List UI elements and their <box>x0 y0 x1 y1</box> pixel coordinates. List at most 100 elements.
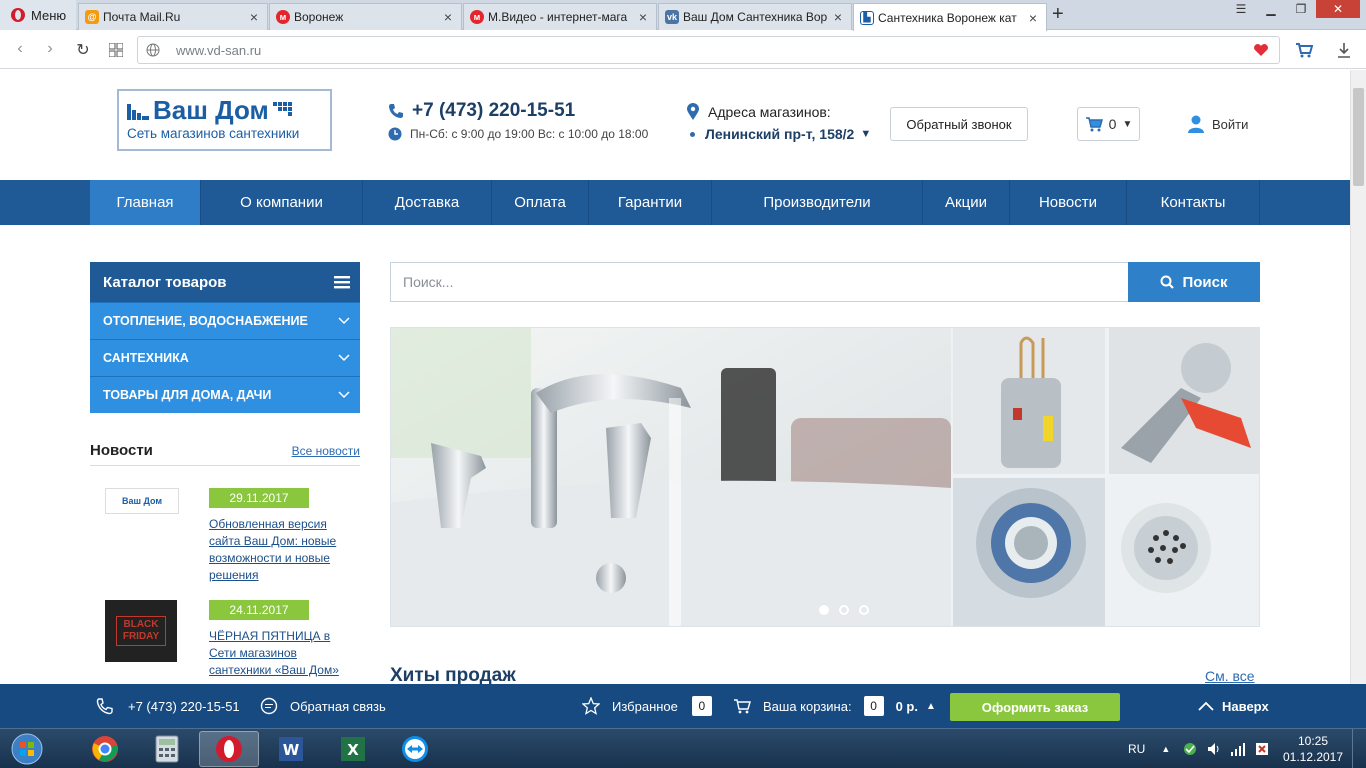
cart-label: Ваша корзина: <box>763 698 852 714</box>
header-cart-button[interactable]: 0 ▼ <box>1077 107 1140 141</box>
catalog-item-heating[interactable]: ОТОПЛЕНИЕ, ВОДОСНАБЖЕНИЕ <box>90 302 360 339</box>
taskbar-opera[interactable] <box>199 731 259 767</box>
catalog-header[interactable]: Каталог товаров <box>90 262 360 302</box>
news-thumbnail[interactable]: BLACK FRIDAY <box>105 600 177 662</box>
forward-icon[interactable]: › <box>40 40 60 60</box>
catalog-item-home-garden[interactable]: ТОВАРЫ ДЛЯ ДОМА, ДАЧИ <box>90 376 360 413</box>
feedback-label: Обратная связь <box>290 698 386 714</box>
speed-dial-icon[interactable] <box>106 40 126 60</box>
main-navigation: Главная О компании Доставка Оплата Гаран… <box>0 180 1350 225</box>
all-news-link[interactable]: Все новости <box>292 444 360 458</box>
windows-logo-icon <box>11 733 43 765</box>
nav-item-delivery[interactable]: Доставка <box>363 180 492 225</box>
nav-item-manufacturers[interactable]: Производители <box>712 180 923 225</box>
browser-tab[interactable]: м Воронеж × <box>269 3 462 30</box>
browser-tab[interactable]: @ Почта Mail.Ru × <box>78 3 268 30</box>
fixed-bottom-bar: +7 (473) 220-15-51 Обратная связь Избран… <box>0 684 1366 728</box>
show-desktop-button[interactable] <box>1352 729 1366 768</box>
nav-item-home[interactable]: Главная <box>90 180 201 225</box>
news-thumbnail[interactable]: Ваш Дом <box>105 488 179 514</box>
bottom-cart[interactable]: Ваша корзина: 0 0 р. ▲ <box>733 684 936 728</box>
banner-slider[interactable] <box>390 327 1260 627</box>
scroll-top-link[interactable]: Наверх <box>1198 684 1269 728</box>
close-icon[interactable]: × <box>636 9 650 25</box>
see-all-link[interactable]: См. все <box>1205 668 1255 684</box>
nav-item-promotions[interactable]: Акции <box>923 180 1010 225</box>
vk-icon: vk <box>665 10 679 24</box>
news-link[interactable]: ЧЁРНАЯ ПЯТНИЦА в Сети магазинов сантехни… <box>209 628 349 679</box>
network-status-icon[interactable] <box>1182 741 1198 757</box>
download-icon[interactable] <box>1337 42 1351 58</box>
chevron-down-icon <box>338 391 350 399</box>
favorites-label: Избранное <box>612 698 678 714</box>
checkout-button[interactable]: Оформить заказ <box>950 693 1120 721</box>
header-phone[interactable]: +7 (473) 220-15-51 <box>388 100 575 122</box>
nav-item-about[interactable]: О компании <box>201 180 363 225</box>
nav-item-guarantees[interactable]: Гарантии <box>589 180 712 225</box>
chevron-up-icon <box>1198 701 1214 711</box>
tab-title: Сантехника Воронеж кат <box>878 10 1017 25</box>
scrollbar-thumb[interactable] <box>1353 88 1364 186</box>
tray-expand-icon[interactable]: ▲ <box>1161 744 1170 754</box>
excel-icon: X <box>341 737 365 761</box>
signal-icon[interactable] <box>1230 741 1246 757</box>
catalog-menu: Каталог товаров ОТОПЛЕНИЕ, ВОДОСНАБЖЕНИЕ… <box>90 262 360 413</box>
mailru-icon: @ <box>85 10 99 24</box>
heart-icon[interactable] <box>1253 43 1269 57</box>
taskbar-word[interactable]: W <box>261 731 321 767</box>
close-icon[interactable]: × <box>441 9 455 25</box>
svg-text:W: W <box>283 741 300 759</box>
taskbar-chrome[interactable] <box>75 731 135 767</box>
nav-item-payment[interactable]: Оплата <box>492 180 589 225</box>
browser-tab-active[interactable]: ▙ Сантехника Воронеж кат × <box>853 3 1047 31</box>
tab-menu-icon[interactable]: ☰ <box>1226 0 1256 18</box>
page-scrollbar[interactable] <box>1350 70 1366 684</box>
site-logo[interactable]: Ваш Дом Сеть магазинов сантехники <box>117 89 332 151</box>
favorites-link[interactable]: Избранное 0 <box>582 684 712 728</box>
catalog-item-plumbing[interactable]: САНТЕХНИКА <box>90 339 360 376</box>
slider-dot[interactable] <box>839 605 849 615</box>
phone-icon <box>389 104 403 118</box>
nav-item-contacts[interactable]: Контакты <box>1127 180 1260 225</box>
logo-title: Ваш Дом <box>153 95 269 125</box>
cart-icon <box>734 699 751 714</box>
search-input[interactable]: Поиск... <box>390 262 1130 302</box>
callback-button[interactable]: Обратный звонок <box>890 107 1028 141</box>
volume-icon[interactable] <box>1206 741 1222 757</box>
new-tab-button[interactable]: + <box>1052 4 1064 24</box>
reload-icon[interactable]: ↻ <box>73 40 93 60</box>
shopping-cart-icon[interactable] <box>1295 42 1313 58</box>
close-icon[interactable]: × <box>831 9 845 25</box>
opera-menu-button[interactable]: Меню <box>0 0 76 30</box>
address-select[interactable]: Ленинский пр-т, 158/2 ▼ <box>690 126 871 142</box>
browser-tab[interactable]: м М.Видео - интернет-мага × <box>463 3 657 30</box>
tab-title: Почта Mail.Ru <box>103 10 181 24</box>
slider-dot[interactable] <box>859 605 869 615</box>
taskbar-excel[interactable]: X <box>323 731 383 767</box>
clock[interactable]: 10:25 01.12.2017 <box>1282 733 1344 765</box>
close-icon[interactable]: × <box>247 9 261 25</box>
maximize-icon[interactable]: ❐ <box>1286 0 1316 18</box>
close-icon[interactable]: × <box>1026 10 1040 26</box>
back-icon[interactable]: ‹ <box>10 40 30 60</box>
action-center-icon[interactable] <box>1254 741 1270 757</box>
slider-dot-active[interactable] <box>819 605 829 615</box>
language-indicator[interactable]: RU <box>1128 742 1145 756</box>
url-input[interactable]: www.vd-san.ru <box>137 36 1280 64</box>
window-close-icon[interactable]: ✕ <box>1316 0 1360 18</box>
taskbar-calculator[interactable] <box>137 731 197 767</box>
minimize-icon[interactable]: ▁ <box>1256 0 1286 18</box>
start-button[interactable] <box>2 731 52 767</box>
feedback-link[interactable]: Обратная связь <box>260 684 386 728</box>
login-link[interactable]: Войти <box>1188 115 1248 133</box>
scroll-top-label: Наверх <box>1222 698 1269 714</box>
news-link[interactable]: Обновленная версия сайта Ваш Дом: новые … <box>209 516 349 584</box>
taskbar-teamviewer[interactable] <box>385 731 445 767</box>
search-button[interactable]: Поиск <box>1128 262 1260 302</box>
nav-item-news[interactable]: Новости <box>1010 180 1127 225</box>
browser-tab[interactable]: vk Ваш Дом Сантехника Вор × <box>658 3 852 30</box>
banner-faucet-image <box>391 328 951 626</box>
vdsan-favicon-icon: ▙ <box>860 10 874 25</box>
bottom-phone[interactable]: +7 (473) 220-15-51 <box>96 684 240 728</box>
work-hours: Пн-Сб: с 9:00 до 19:00 Вс: с 10:00 до 18… <box>388 127 648 141</box>
